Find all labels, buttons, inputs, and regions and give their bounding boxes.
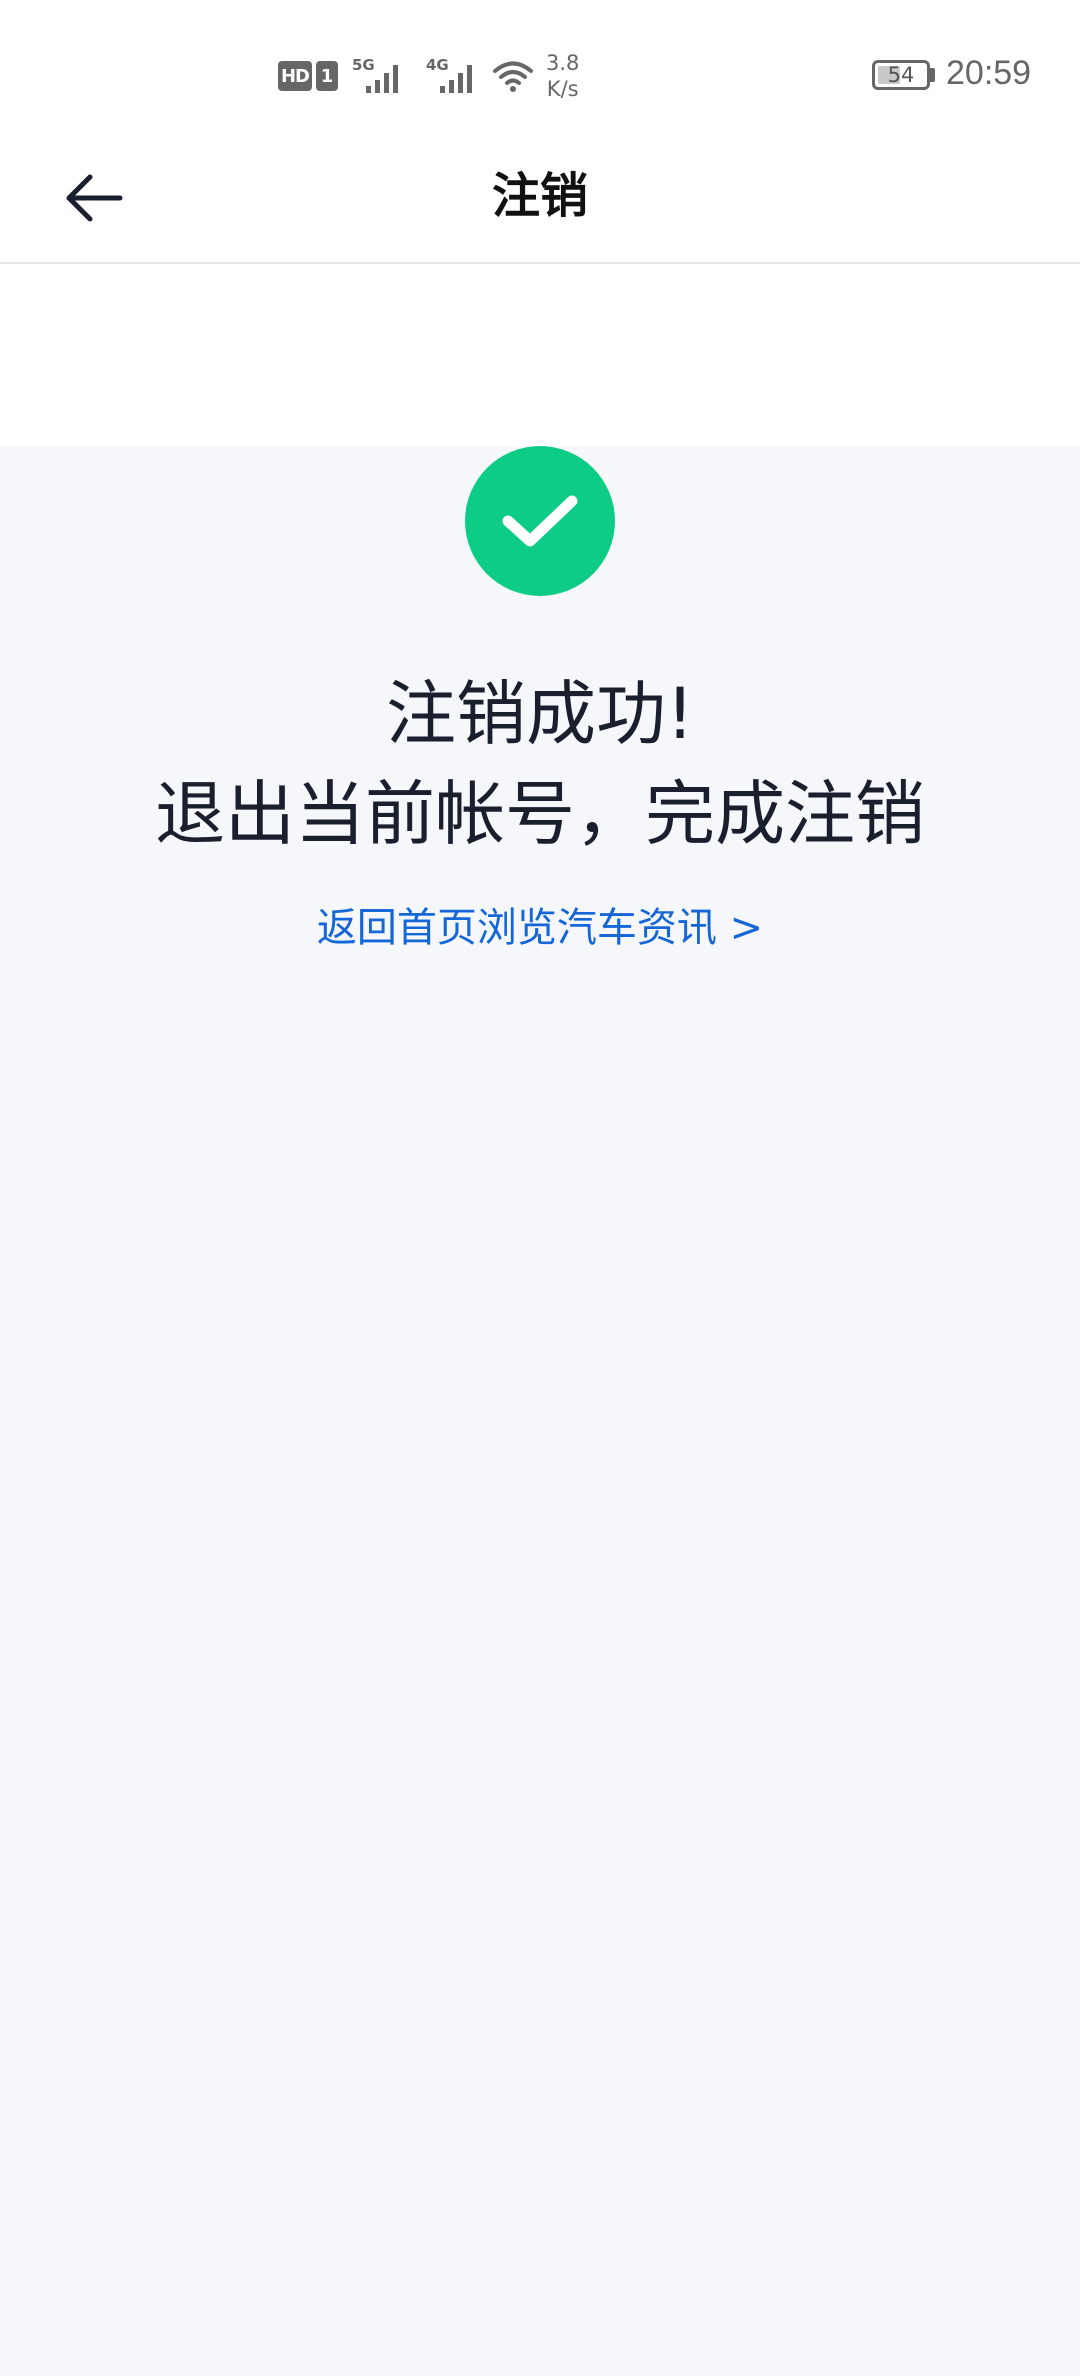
signal-bars-icon xyxy=(440,65,472,93)
app-header: 注销 xyxy=(0,132,1080,264)
status-bar: HD 1 5G 4G 3.8 K/s 54 20:59 xyxy=(0,0,1080,132)
network-speed-unit: K/s xyxy=(546,77,579,101)
signal-4g: 4G xyxy=(426,56,486,96)
signal-bars-icon xyxy=(366,65,398,93)
battery-icon: 54 xyxy=(872,60,930,90)
network-speed: 3.8 K/s xyxy=(546,50,579,102)
success-headline: 注销成功! xyxy=(385,673,695,755)
page-title: 注销 xyxy=(491,168,588,224)
sim-badge: 1 xyxy=(316,61,338,91)
browse-home-link[interactable]: 返回首页浏览汽车资讯 > xyxy=(0,900,1080,956)
wifi-icon xyxy=(493,61,533,92)
battery-level: 54 xyxy=(887,63,915,87)
battery-cap xyxy=(930,68,935,82)
header-spacer xyxy=(0,264,1080,446)
success-check-icon xyxy=(465,446,615,596)
status-icons: HD 1 5G 4G 3.8 K/s xyxy=(278,48,579,104)
network-speed-value: 3.8 xyxy=(546,51,580,75)
hd-badge: HD xyxy=(278,61,312,91)
signal-5g: 5G xyxy=(352,56,412,96)
status-time: 20:59 xyxy=(946,54,1032,92)
success-subheadline: 退出当前帐号，完成注销 xyxy=(155,773,925,855)
checkmark-icon xyxy=(502,495,578,547)
